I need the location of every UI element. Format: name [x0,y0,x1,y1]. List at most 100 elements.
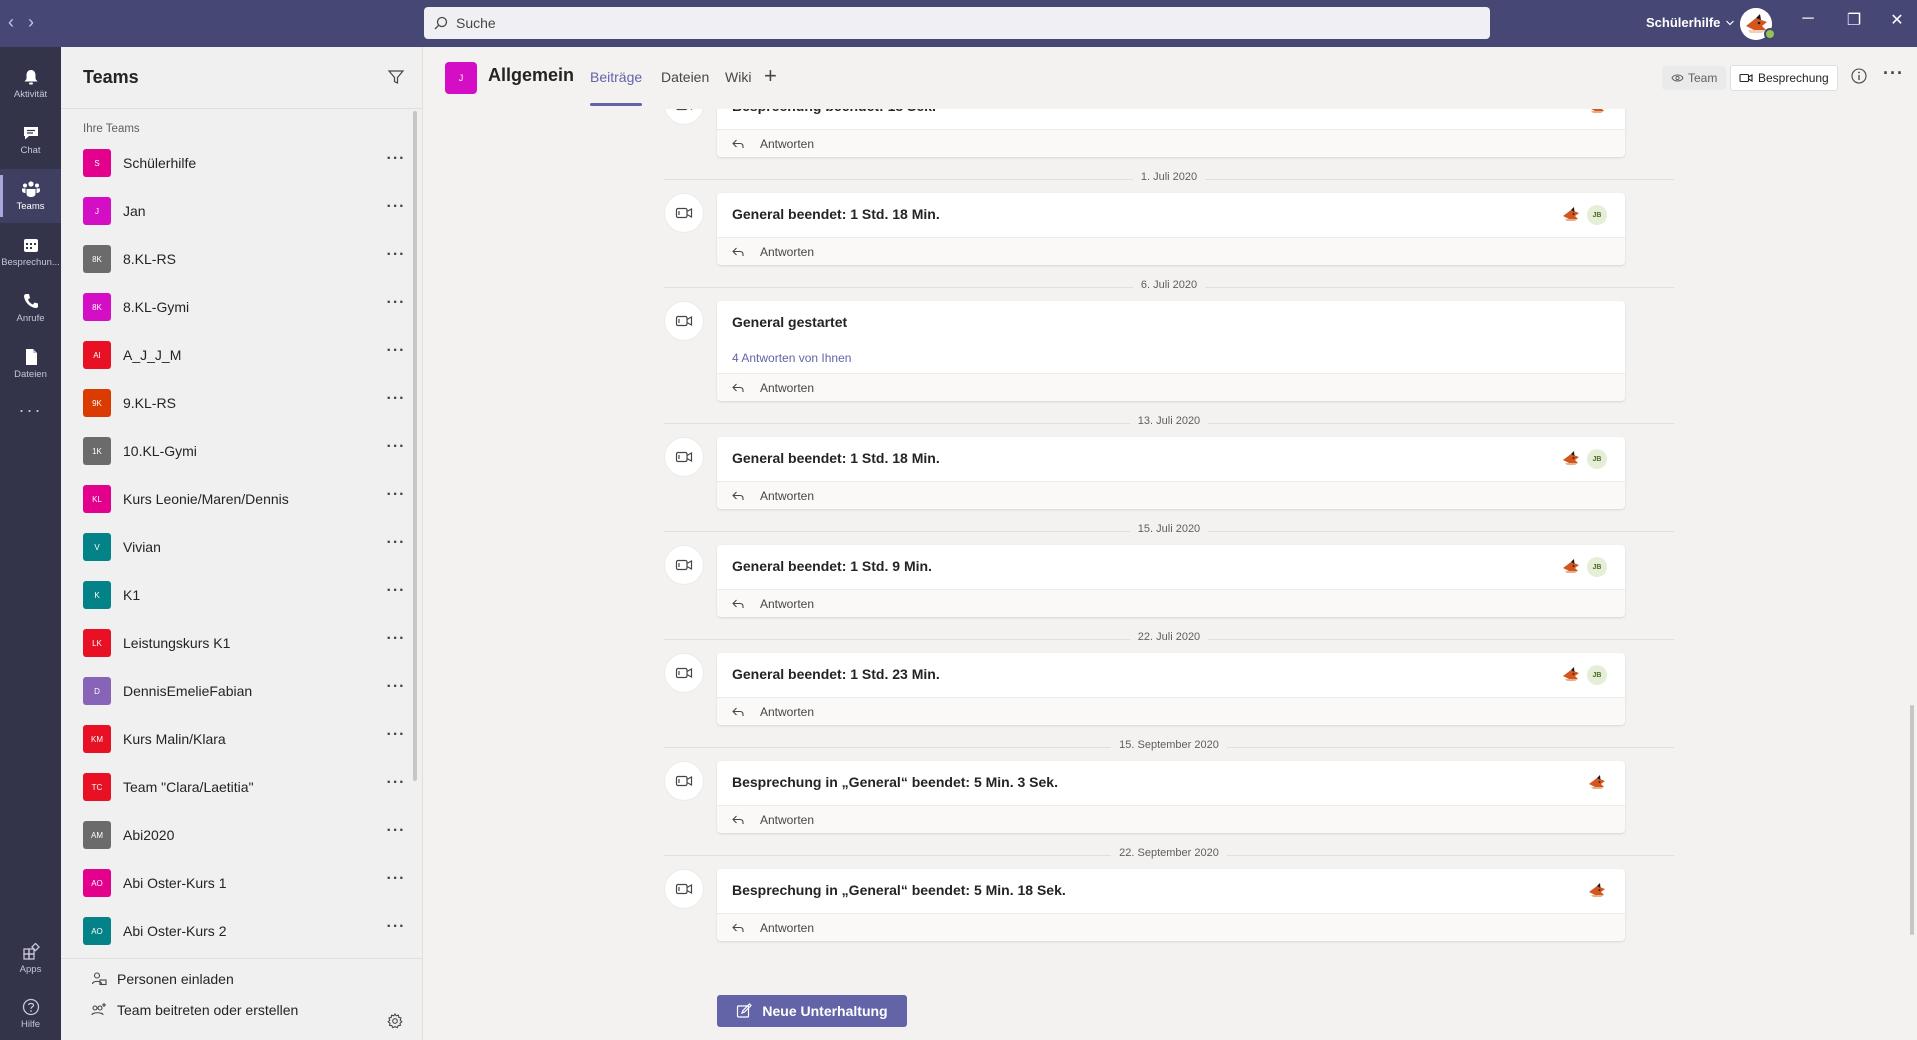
team-row[interactable]: AM Abi2020 ··· [61,811,411,859]
participant-avatar[interactable] [1561,665,1581,685]
reply-button[interactable]: Antworten [717,589,1625,617]
team-more-options-icon[interactable]: ··· [386,823,406,844]
rail-chat[interactable]: Chat [0,113,61,167]
participant-avatar[interactable] [1587,109,1607,117]
reply-button[interactable]: Antworten [717,237,1625,265]
meeting-post-card[interactable]: General beendet: 1 Std. 23 Min. JB Antwort… [717,653,1625,725]
reply-label: Antworten [760,488,815,503]
participant-avatar[interactable] [1561,205,1581,225]
team-more-options-icon[interactable]: ··· [386,727,406,748]
rail-calls[interactable]: Anrufe [0,281,61,335]
participant-avatar[interactable] [1587,773,1607,793]
replies-link[interactable]: 4 Antworten von Ihnen [732,351,851,365]
participant-avatar[interactable]: JB [1587,205,1607,225]
more-apps-icon[interactable]: ··· [0,383,61,437]
meeting-post-card[interactable]: Besprechung in „General“ beendet: 5 Min.… [717,761,1625,833]
team-more-options-icon[interactable]: ··· [386,535,406,556]
team-more-options-icon[interactable]: ··· [386,583,406,604]
team-row[interactable]: AO Abi Oster-Kurs 1 ··· [61,859,411,907]
team-more-options-icon[interactable]: ··· [386,631,406,652]
team-more-options-icon[interactable]: ··· [386,679,406,700]
reply-button[interactable]: Antworten [717,913,1625,941]
meeting-post-card[interactable]: General gestartet 4 Antworten von Ihnen An… [717,301,1625,401]
reply-button[interactable]: Antworten [717,805,1625,833]
team-more-options-icon[interactable]: ··· [386,295,406,316]
team-more-options-icon[interactable]: ··· [386,247,406,268]
team-row[interactable]: KM Kurs Malin/Klara ··· [61,715,411,763]
team-row[interactable]: 9K 9.KL-RS ··· [61,379,411,427]
team-row[interactable]: KL Kurs Leonie/Maren/Dennis ··· [61,475,411,523]
new-conversation-button[interactable]: Neue Unterhaltung [717,995,907,1027]
meeting-icon [664,545,704,585]
search-bar[interactable] [424,7,1490,39]
panel-scrollbar[interactable] [413,111,417,781]
meet-now-button[interactable]: Besprechung [1730,65,1838,91]
info-icon[interactable] [1850,67,1868,85]
rail-meetings[interactable]: Besprechun... [0,225,61,279]
team-row[interactable]: 1K 10.KL-Gymi ··· [61,427,411,475]
team-more-options-icon[interactable]: ··· [386,775,406,796]
filter-icon[interactable] [387,68,405,86]
bell-icon [24,70,37,85]
team-row[interactable]: D DennisEmelieFabian ··· [61,667,411,715]
team-row[interactable]: V Vivian ··· [61,523,411,571]
team-more-options-icon[interactable]: ··· [386,151,406,172]
team-more-options-icon[interactable]: ··· [386,391,406,412]
reply-button[interactable]: Antworten [717,697,1625,725]
invite-people-button[interactable]: Personen einladen [91,971,234,987]
meeting-post-card[interactable]: Besprechung in „General“ beendet: 5 Min.… [717,869,1625,941]
participant-avatar[interactable]: JB [1587,449,1607,469]
chevron-right-icon[interactable]: › [28,12,34,32]
meeting-post-card[interactable]: General beendet: 1 Std. 9 Min. JB Antworte… [717,545,1625,617]
tenant-switcher[interactable]: Schülerhilfe [1646,15,1735,30]
participant-avatar[interactable] [1561,557,1581,577]
search-input[interactable] [456,15,1456,31]
feed-scrollbar[interactable] [1910,705,1914,935]
team-row[interactable]: J Jan ··· [61,187,411,235]
restore-icon[interactable]: ❐ [1839,10,1869,30]
team-more-options-icon[interactable]: ··· [386,871,406,892]
rail-teams[interactable]: Teams [0,169,61,223]
title-bar: ‹ › Schülerhilfe ─ ❐ ✕ [0,0,1917,47]
team-row[interactable]: TC Team "Clara/Laetitia" ··· [61,763,411,811]
minimize-icon[interactable]: ─ [1793,10,1823,28]
team-more-options-icon[interactable]: ··· [386,439,406,460]
meeting-post-card[interactable]: General beendet: 1 Std. 18 Min. JB Antwort… [717,437,1625,509]
team-row[interactable]: AI A_J_J_M ··· [61,331,411,379]
reply-button[interactable]: Antworten [717,373,1625,401]
team-more-options-icon[interactable]: ··· [386,343,406,364]
team-row[interactable]: 8K 8.KL-RS ··· [61,235,411,283]
participant-avatar[interactable] [1587,881,1607,901]
team-name: DennisEmelieFabian [123,683,253,699]
more-options-icon[interactable]: ··· [1883,63,1904,84]
participant-avatar[interactable] [1561,449,1581,469]
post-title: General beendet: 1 Std. 23 Min. [732,666,940,682]
tab-files[interactable]: Dateien [661,69,709,85]
rail-activity[interactable]: Aktivität [0,57,61,111]
team-row[interactable]: K K1 ··· [61,571,411,619]
team-row[interactable]: AO Abi Oster-Kurs 2 ··· [61,907,411,955]
team-row[interactable]: 8K 8.KL-Gymi ··· [61,283,411,331]
meeting-post-card[interactable]: General beendet: 1 Std. 18 Min. JB Antwort… [717,193,1625,265]
participant-avatar[interactable]: JB [1587,557,1607,577]
meeting-post-card[interactable]: Besprechung beendet: 18 Sek. Antworten [717,109,1625,157]
chevron-left-icon[interactable]: ‹ [8,12,14,32]
join-create-team-button[interactable]: Team beitreten oder erstellen [91,1002,298,1018]
close-icon[interactable]: ✕ [1882,10,1912,30]
tab-wiki[interactable]: Wiki [725,69,751,85]
tab-posts[interactable]: Beiträge [590,69,642,85]
reply-button[interactable]: Antworten [717,481,1625,509]
post-title: Besprechung in „General“ beendet: 5 Min.… [732,882,1066,898]
team-button[interactable]: Team [1662,66,1727,90]
gear-icon[interactable] [387,1013,403,1029]
team-more-options-icon[interactable]: ··· [386,919,406,940]
reply-button[interactable]: Antworten [717,129,1625,157]
team-more-options-icon[interactable]: ··· [386,487,406,508]
rail-apps[interactable]: Apps [0,932,61,986]
add-tab-icon[interactable]: + [764,63,777,89]
team-row[interactable]: LK Leistungskurs K1 ··· [61,619,411,667]
team-more-options-icon[interactable]: ··· [386,199,406,220]
rail-help[interactable]: Hilfe [0,987,61,1040]
team-row[interactable]: S Schülerhilfe ··· [61,139,411,187]
participant-avatar[interactable]: JB [1587,665,1607,685]
